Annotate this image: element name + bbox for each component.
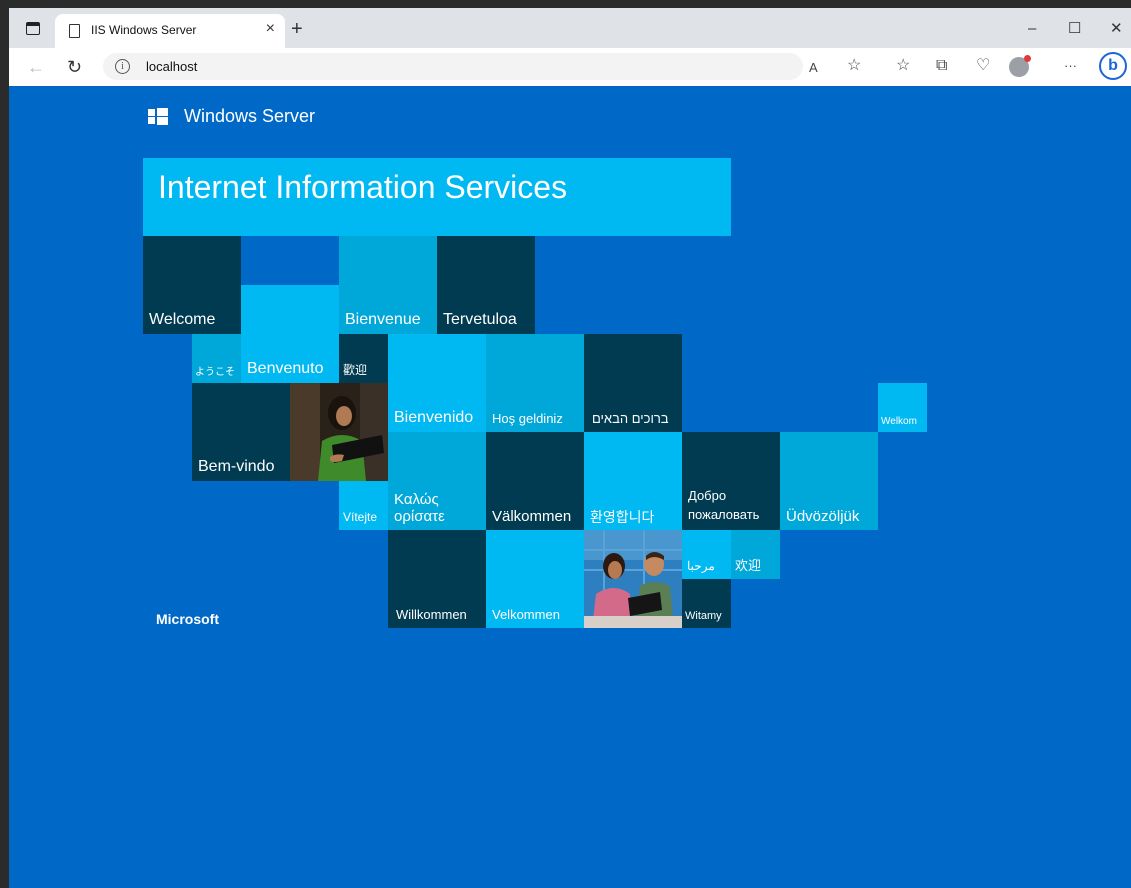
favorite-icon[interactable]: ☆ — [847, 56, 861, 76]
microsoft-brand: Microsoft — [156, 611, 219, 627]
tile-bienvenue: Bienvenue — [339, 236, 437, 334]
tile-marhaba: مرحبا — [682, 530, 731, 579]
tile-bienvenido: Bienvenido — [388, 334, 486, 432]
tile-welcome: Welcome — [143, 236, 241, 334]
tile-velkommen: Velkommen — [486, 530, 584, 628]
tab-title: IIS Windows Server — [91, 23, 197, 37]
tile-youkoso: ようこそ — [192, 334, 241, 383]
page-icon — [69, 24, 80, 38]
tile-huanying-simp: 欢迎 — [731, 530, 780, 579]
site-info-icon[interactable]: i — [115, 59, 130, 74]
more-icon[interactable]: ··· — [1064, 56, 1077, 76]
profile-notification-dot — [1024, 55, 1031, 62]
tile-korean: 환영합니다 — [584, 432, 682, 530]
tile-kalos-orisate: Καλώς ορίσατε — [388, 432, 486, 530]
tile-bem-vindo: Bem-vindo — [192, 383, 290, 481]
new-tab-button[interactable]: + — [291, 19, 303, 39]
tile-hos-geldiniz: Hoş geldiniz — [486, 334, 584, 432]
browser-toolbar: ← ↻ i localhost A ☆ ☆ ⧉ ♡ ··· — [9, 48, 1131, 87]
browser-health-icon[interactable]: ♡ — [976, 56, 990, 76]
window-frame-left — [0, 0, 9, 888]
tile-hebrew: ברוכים הבאים — [584, 334, 682, 432]
address-bar[interactable]: i localhost — [103, 53, 803, 80]
tile-tervetuloa: Tervetuloa — [437, 236, 535, 334]
tab-actions-icon[interactable] — [23, 18, 43, 38]
favorites-icon[interactable]: ☆ — [896, 56, 910, 76]
iis-banner: Internet Information Services — [143, 158, 731, 236]
tile-udvozoljuk: Üdvözöljük — [780, 432, 878, 530]
photo-woman-laptop — [290, 383, 388, 481]
bing-icon[interactable]: b — [1099, 52, 1127, 80]
minimize-button[interactable]: – — [1028, 21, 1036, 36]
tab-bar: IIS Windows Server × + – ☐ ✕ — [9, 8, 1131, 48]
photo-people-laptop — [584, 530, 682, 628]
browser-tab[interactable]: IIS Windows Server × — [55, 14, 285, 48]
tile-vitejte: Vítejte — [339, 481, 388, 530]
address-url[interactable]: localhost — [146, 59, 197, 74]
refresh-icon[interactable]: ↻ — [67, 57, 82, 77]
tile-dobro-pozhalovat: Добро пожаловать — [682, 432, 780, 530]
banner-title: Internet Information Services — [158, 169, 568, 205]
read-aloud-icon[interactable]: A — [809, 58, 818, 78]
maximize-button[interactable]: ☐ — [1068, 21, 1081, 36]
back-icon[interactable]: ← — [27, 57, 45, 77]
window-frame-top — [0, 0, 1131, 8]
collections-icon[interactable]: ⧉ — [936, 56, 947, 76]
tile-witamy: Witamy — [682, 579, 731, 628]
windows-server-brand: Windows Server — [184, 106, 316, 126]
tile-willkommen: Willkommen — [388, 530, 486, 628]
tile-valkommen: Välkommen — [486, 432, 584, 530]
tile-benvenuto: Benvenuto — [241, 334, 339, 383]
tab-close-icon[interactable]: × — [266, 20, 275, 38]
windows-logo-icon — [148, 108, 168, 125]
tile-welkom: Welkom — [878, 383, 927, 432]
tile-huanying-trad: 歡迎 — [339, 334, 388, 383]
close-button[interactable]: ✕ — [1110, 21, 1123, 36]
